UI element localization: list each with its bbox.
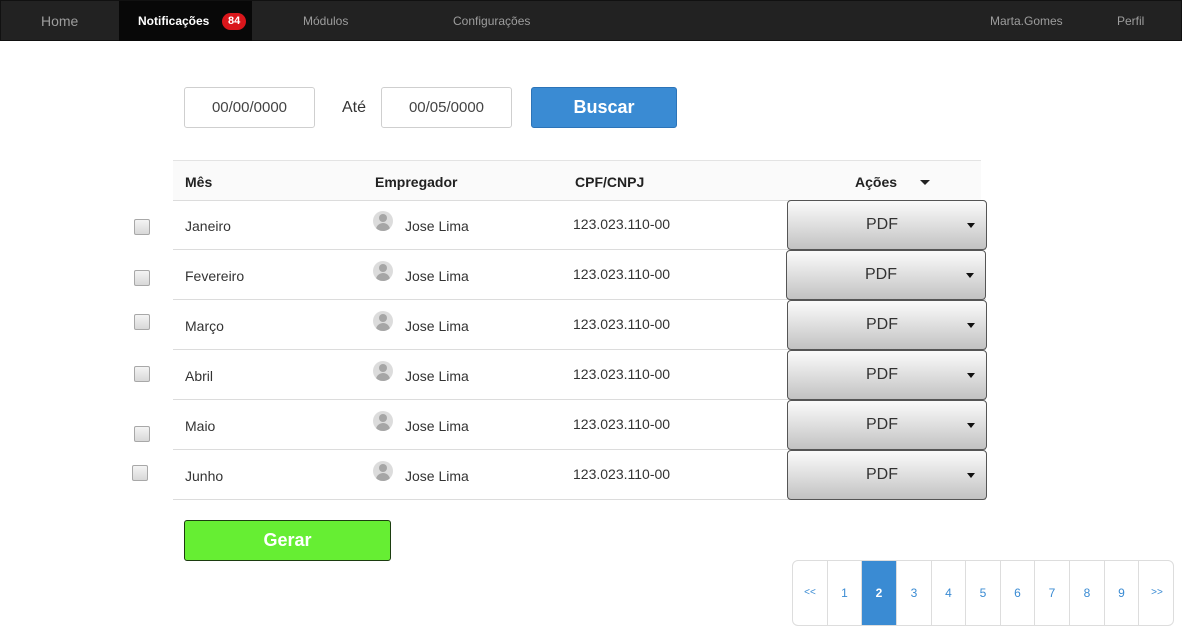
user-avatar-icon xyxy=(373,361,393,381)
pagination-page[interactable]: 4 xyxy=(932,561,966,625)
header-month: Mês xyxy=(185,174,213,190)
pagination-page[interactable]: 3 xyxy=(897,561,932,625)
search-button[interactable]: Buscar xyxy=(531,87,677,128)
until-label: Até xyxy=(342,99,367,116)
row-month: Fevereiro xyxy=(185,268,245,284)
row-employer: Jose Lima xyxy=(405,218,469,234)
row-cpf: 123.023.110-00 xyxy=(573,316,671,332)
header-actions[interactable]: Ações xyxy=(855,174,897,190)
actions-caret-down-icon[interactable] xyxy=(920,180,930,185)
pagination-page[interactable]: 6 xyxy=(1001,561,1035,625)
pagination: << 1 2 3 4 5 6 7 8 9 >> xyxy=(792,560,1174,626)
pdf-label: PDF xyxy=(866,316,898,333)
pagination-last[interactable]: >> xyxy=(1139,561,1173,625)
pdf-label: PDF xyxy=(865,266,897,283)
notifications-count-badge: 84 xyxy=(222,13,247,30)
pdf-label: PDF xyxy=(866,216,898,233)
row-employer: Jose Lima xyxy=(405,418,469,434)
row-checkbox[interactable] xyxy=(134,366,150,382)
table-row: Abril Jose Lima 123.023.110-00 PDF xyxy=(173,350,987,400)
pagination-page[interactable]: 8 xyxy=(1070,561,1105,625)
header-cpf: CPF/CNPJ xyxy=(575,174,645,190)
row-cpf: 123.023.110-00 xyxy=(573,366,671,382)
user-avatar-icon xyxy=(373,311,393,331)
generate-button[interactable]: Gerar xyxy=(184,520,391,561)
user-avatar-icon xyxy=(373,261,393,281)
row-checkbox[interactable] xyxy=(132,465,148,481)
row-employer: Jose Lima xyxy=(405,468,469,484)
nav-notifications[interactable]: Notificações 84 xyxy=(119,1,252,41)
pdf-dropdown-button[interactable]: PDF xyxy=(787,200,987,250)
pdf-label: PDF xyxy=(866,366,898,383)
row-cpf: 123.023.110-00 xyxy=(573,266,671,282)
caret-down-icon xyxy=(967,473,975,478)
row-month: Abril xyxy=(185,368,214,384)
pagination-page[interactable]: 1 xyxy=(828,561,862,625)
nav-notifications-label: Notificações xyxy=(138,14,210,28)
row-checkbox[interactable] xyxy=(134,314,150,330)
row-month: Março xyxy=(185,318,224,334)
row-month: Maio xyxy=(185,418,216,434)
row-checkbox[interactable] xyxy=(134,219,150,235)
row-employer: Jose Lima xyxy=(405,368,469,384)
table-header: Mês Empregador CPF/CNPJ Ações xyxy=(173,160,981,201)
caret-down-icon xyxy=(967,423,975,428)
user-avatar-icon xyxy=(373,411,393,431)
caret-down-icon xyxy=(967,373,975,378)
row-cpf: 123.023.110-00 xyxy=(573,216,671,232)
row-month: Janeiro xyxy=(185,218,231,234)
row-cpf: 123.023.110-00 xyxy=(573,466,671,482)
user-avatar-icon xyxy=(373,211,393,231)
nav-settings[interactable]: Configurações xyxy=(453,1,530,41)
row-month: Junho xyxy=(185,468,224,484)
pdf-label: PDF xyxy=(866,416,898,433)
row-employer: Jose Lima xyxy=(405,318,469,334)
pdf-dropdown-button[interactable]: PDF xyxy=(787,350,987,400)
pagination-page[interactable]: 7 xyxy=(1035,561,1070,625)
row-cpf: 123.023.110-00 xyxy=(573,416,671,432)
user-avatar-icon xyxy=(373,461,393,481)
pagination-page-current[interactable]: 2 xyxy=(862,561,897,625)
date-from-input[interactable] xyxy=(184,87,315,128)
row-employer: Jose Lima xyxy=(405,268,469,284)
pdf-dropdown-button[interactable]: PDF xyxy=(786,250,986,300)
pdf-dropdown-button[interactable]: PDF xyxy=(787,300,987,350)
nav-home[interactable]: Home xyxy=(41,1,78,41)
row-checkbox[interactable] xyxy=(134,426,150,442)
caret-down-icon xyxy=(967,323,975,328)
caret-down-icon xyxy=(966,273,974,278)
pagination-page[interactable]: 5 xyxy=(966,561,1001,625)
pagination-first[interactable]: << xyxy=(793,561,828,625)
pdf-dropdown-button[interactable]: PDF xyxy=(787,450,987,500)
header-employer: Empregador xyxy=(375,174,458,190)
nav-modules[interactable]: Módulos xyxy=(303,1,348,41)
table-row: Maio Jose Lima 123.023.110-00 PDF xyxy=(173,400,987,450)
top-navbar: Home Notificações 84 Módulos Configuraçõ… xyxy=(0,0,1182,41)
table-row: Março Jose Lima 123.023.110-00 PDF xyxy=(173,300,987,350)
row-checkbox[interactable] xyxy=(134,270,150,286)
caret-down-icon xyxy=(967,223,975,228)
pdf-label: PDF xyxy=(866,466,898,483)
table-row: Fevereiro Jose Lima 123.023.110-00 PDF xyxy=(173,250,986,300)
nav-profile[interactable]: Perfil xyxy=(1117,1,1144,41)
pagination-page[interactable]: 9 xyxy=(1105,561,1139,625)
date-to-input[interactable] xyxy=(381,87,512,128)
table-row: Junho Jose Lima 123.023.110-00 PDF xyxy=(173,450,987,500)
table-row: Janeiro Jose Lima 123.023.110-00 PDF xyxy=(173,200,987,250)
nav-user[interactable]: Marta.Gomes xyxy=(990,1,1063,41)
pdf-dropdown-button[interactable]: PDF xyxy=(787,400,987,450)
